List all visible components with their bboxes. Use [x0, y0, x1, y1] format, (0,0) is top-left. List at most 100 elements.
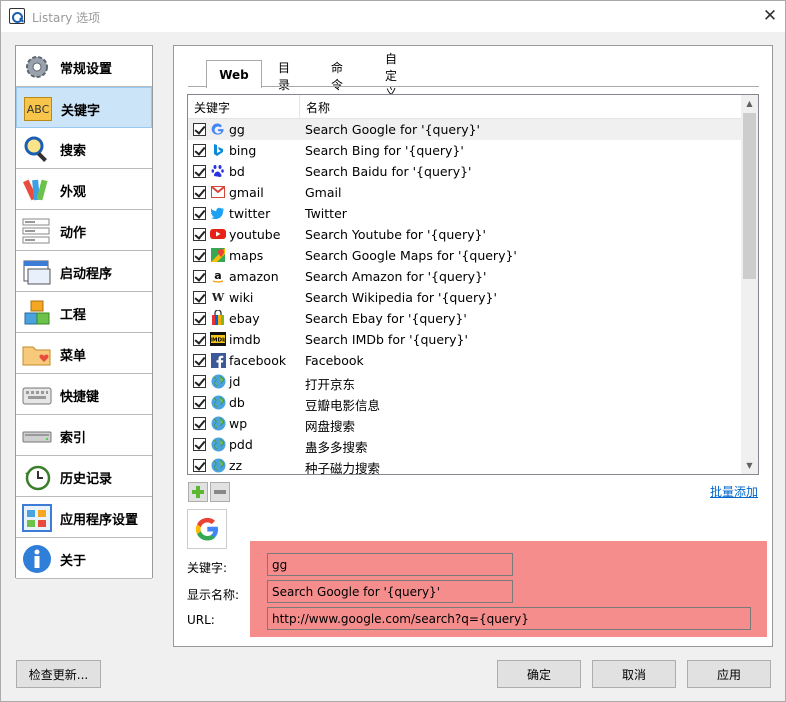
row-name: Search Baidu for '{query}' — [305, 164, 472, 179]
row-checkbox[interactable] — [193, 144, 206, 157]
column-header-name[interactable]: 名称 — [299, 95, 499, 119]
sidebar-item-hotkeys[interactable]: 快捷键 — [16, 374, 152, 415]
listary-app-icon — [9, 8, 25, 24]
amazon-icon: a — [210, 268, 226, 284]
scrollbar-thumb[interactable] — [743, 113, 756, 279]
sidebar-item-projects[interactable]: 工程 — [16, 292, 152, 333]
display-name-field[interactable]: Search Google for '{query}' — [267, 580, 513, 603]
keyboard-icon — [22, 380, 52, 410]
apply-button[interactable]: 应用 — [687, 660, 771, 688]
row-checkbox[interactable] — [193, 270, 206, 283]
table-row[interactable]: wp 网盘搜索 — [188, 413, 741, 434]
gear-icon — [22, 52, 52, 82]
row-keyword: bing — [229, 143, 257, 158]
close-button[interactable]: ✕ — [755, 4, 785, 28]
scroll-down-icon[interactable]: ▼ — [741, 457, 758, 474]
folder-heart-icon — [22, 339, 52, 369]
row-checkbox[interactable] — [193, 438, 206, 451]
sidebar-item-keywords[interactable]: ABC 关键字 — [16, 87, 152, 128]
keyword-list[interactable]: 关键字 名称 gg Search Google for '{query}' bi… — [187, 94, 759, 475]
row-checkbox[interactable] — [193, 375, 206, 388]
sidebar-item-menu[interactable]: 菜单 — [16, 333, 152, 374]
row-checkbox[interactable] — [193, 312, 206, 325]
cancel-button[interactable]: 取消 — [592, 660, 676, 688]
list-header: 关键字 名称 — [188, 95, 741, 119]
url-field[interactable]: http://www.google.com/search?q={query} — [267, 607, 751, 630]
youtube-icon — [210, 226, 226, 242]
table-row[interactable]: W wiki Search Wikipedia for '{query}' — [188, 287, 741, 308]
globe-icon — [210, 394, 226, 410]
row-keyword: wiki — [229, 290, 254, 305]
keyword-field[interactable]: gg — [267, 553, 513, 576]
row-checkbox[interactable] — [193, 249, 206, 262]
table-row[interactable]: ebay Search Ebay for '{query}' — [188, 308, 741, 329]
row-checkbox[interactable] — [193, 123, 206, 136]
row-keyword: zz — [229, 458, 243, 473]
remove-keyword-button[interactable] — [210, 482, 230, 502]
table-row[interactable]: pdd 蛊多多搜索 — [188, 434, 741, 455]
row-name: Search Google for '{query}' — [305, 122, 480, 137]
window-title: Listary 选项 — [32, 11, 101, 25]
ok-button[interactable]: 确定 — [497, 660, 581, 688]
table-row[interactable]: facebook Facebook — [188, 350, 741, 371]
row-keyword: gg — [229, 122, 245, 137]
table-row[interactable]: gg Search Google for '{query}' — [188, 119, 741, 140]
tab-command[interactable]: 命令 — [321, 61, 353, 92]
row-keyword: maps — [229, 248, 264, 263]
keyword-icon-picker[interactable] — [187, 509, 227, 549]
table-row[interactable]: gmail Gmail — [188, 182, 741, 203]
row-checkbox[interactable] — [193, 165, 206, 178]
add-keyword-button[interactable] — [188, 482, 208, 502]
row-keyword: youtube — [229, 227, 281, 242]
sidebar-item-search[interactable]: 搜索 — [16, 128, 152, 169]
batch-add-link[interactable]: 批量添加 — [710, 483, 758, 500]
row-checkbox[interactable] — [193, 228, 206, 241]
window-launch-icon — [22, 257, 52, 287]
sidebar-item-index[interactable]: 索引 — [16, 415, 152, 456]
palette-icon — [22, 175, 52, 205]
ebay-icon — [210, 310, 226, 326]
row-name: Search Amazon for '{query}' — [305, 269, 487, 284]
wikipedia-icon: W — [210, 289, 226, 305]
row-checkbox[interactable] — [193, 333, 206, 346]
row-checkbox[interactable] — [193, 417, 206, 430]
sidebar-item-launcher[interactable]: 启动程序 — [16, 251, 152, 292]
table-row[interactable]: jd 打开京东 — [188, 371, 741, 392]
row-name: Search Ebay for '{query}' — [305, 311, 467, 326]
table-row[interactable]: youtube Search Youtube for '{query}' — [188, 224, 741, 245]
row-checkbox[interactable] — [193, 186, 206, 199]
tab-custom[interactable]: 自定义 — [375, 52, 407, 100]
vertical-scrollbar[interactable]: ▲ ▼ — [741, 95, 758, 474]
row-checkbox[interactable] — [193, 396, 206, 409]
table-row[interactable]: db 豆瓣电影信息 — [188, 392, 741, 413]
row-checkbox[interactable] — [193, 354, 206, 367]
table-row[interactable]: IMDb imdb Search IMDb for '{query}' — [188, 329, 741, 350]
column-header-keyword[interactable]: 关键字 — [194, 95, 298, 119]
svg-text:ABC: ABC — [27, 103, 50, 116]
globe-icon — [210, 436, 226, 452]
row-checkbox[interactable] — [193, 459, 206, 472]
table-row[interactable]: zz 种子磁力搜索 — [188, 455, 741, 475]
row-checkbox[interactable] — [193, 291, 206, 304]
row-name: 种子磁力搜索 — [305, 461, 381, 475]
sidebar-item-general[interactable]: 常规设置 — [16, 46, 152, 87]
table-row[interactable]: a amazon Search Amazon for '{query}' — [188, 266, 741, 287]
facebook-icon — [210, 352, 226, 368]
sidebar-item-history[interactable]: 历史记录 — [16, 456, 152, 497]
sidebar-item-about[interactable]: 关于 — [16, 538, 152, 579]
row-keyword: imdb — [229, 332, 261, 347]
row-checkbox[interactable] — [193, 207, 206, 220]
tab-web[interactable]: Web — [206, 60, 262, 88]
sidebar-item-actions[interactable]: 动作 — [16, 210, 152, 251]
tab-directory[interactable]: 目录 — [268, 61, 300, 92]
keywords-panel: Web 目录 命令 自定义 关键字 名称 gg Search Google fo… — [173, 45, 773, 647]
table-row[interactable]: maps Search Google Maps for '{query}' — [188, 245, 741, 266]
row-keyword: gmail — [229, 185, 264, 200]
table-row[interactable]: twitter Twitter — [188, 203, 741, 224]
table-row[interactable]: bing Search Bing for '{query}' — [188, 140, 741, 161]
check-update-button[interactable]: 检查更新... — [16, 660, 101, 688]
sidebar-item-app-settings[interactable]: 应用程序设置 — [16, 497, 152, 538]
sidebar-item-appearance[interactable]: 外观 — [16, 169, 152, 210]
scroll-up-icon[interactable]: ▲ — [741, 95, 758, 112]
table-row[interactable]: bd Search Baidu for '{query}' — [188, 161, 741, 182]
